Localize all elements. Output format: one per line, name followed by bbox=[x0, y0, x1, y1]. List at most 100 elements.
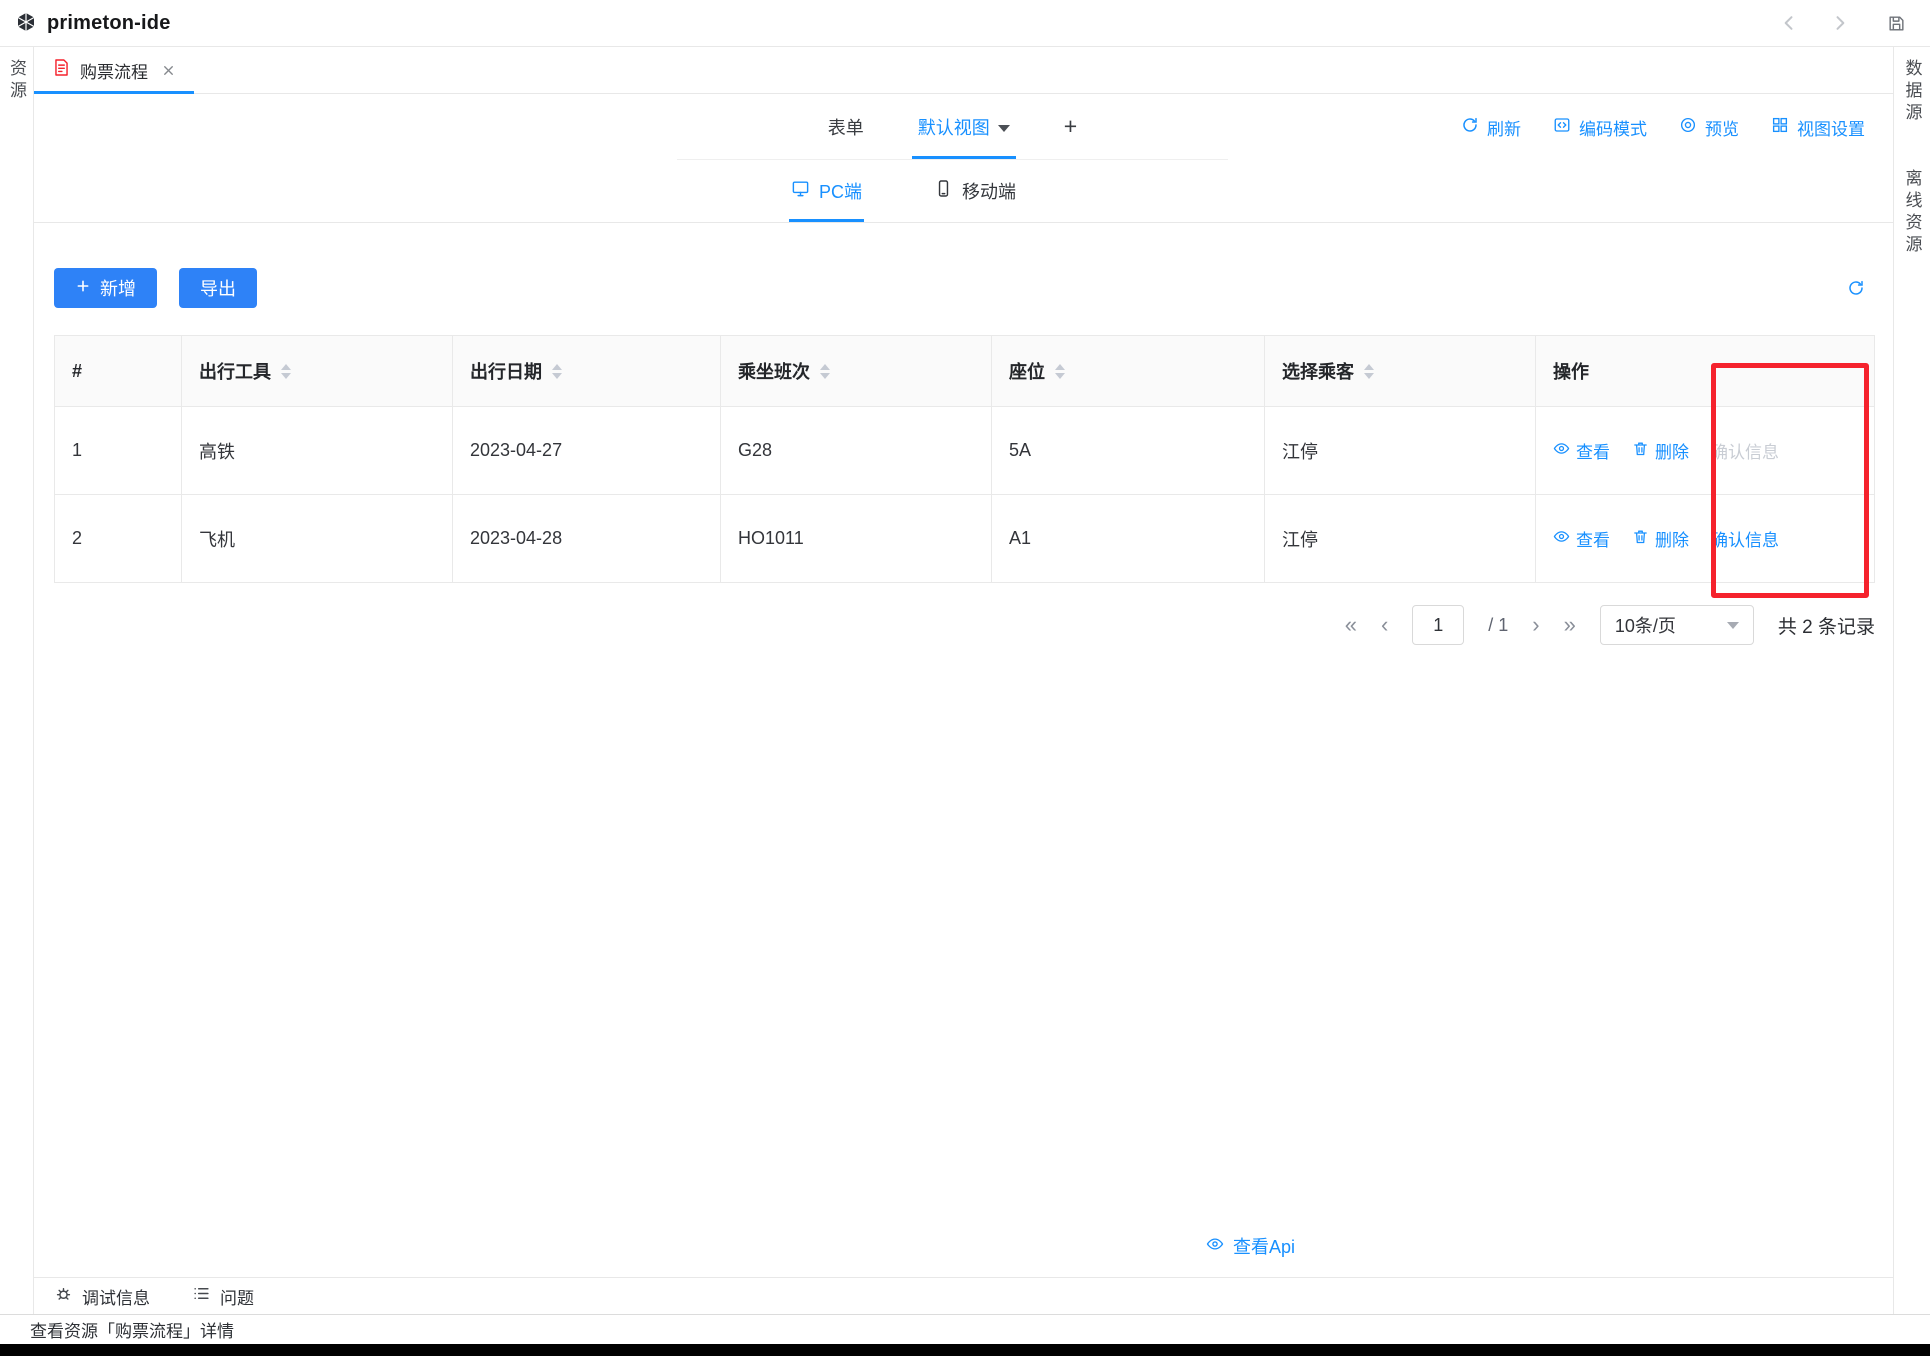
view-label: 查看 bbox=[1576, 526, 1610, 551]
phone-icon bbox=[934, 179, 953, 203]
preview-button[interactable]: 预览 bbox=[1679, 115, 1739, 140]
device-tabs: PC端 移动端 bbox=[34, 160, 1893, 223]
cell-seat: A1 bbox=[992, 495, 1265, 583]
eye-icon bbox=[1206, 1235, 1224, 1258]
forward-chevron-icon[interactable] bbox=[1830, 13, 1850, 33]
list-toolbar: 新增 导出 bbox=[54, 268, 1865, 308]
tab-mobile[interactable]: 移动端 bbox=[934, 160, 1016, 222]
page-size-select[interactable]: 10条/页 bbox=[1600, 605, 1754, 645]
column-header-date[interactable]: 出行日期 bbox=[453, 336, 721, 407]
eye-icon bbox=[1553, 528, 1570, 550]
column-header-index: # bbox=[55, 336, 182, 407]
tab-pc[interactable]: PC端 bbox=[791, 160, 862, 222]
sort-icon bbox=[1364, 364, 1374, 379]
tab-mobile-label: 移动端 bbox=[962, 178, 1016, 204]
column-header-trip[interactable]: 乘坐班次 bbox=[721, 336, 992, 407]
cell-index: 1 bbox=[55, 407, 182, 495]
issues-tab[interactable]: 问题 bbox=[192, 1284, 254, 1309]
titlebar: primeton-ide bbox=[0, 0, 1930, 47]
delete-button[interactable]: 删除 bbox=[1632, 438, 1689, 463]
first-page-button[interactable]: « bbox=[1345, 614, 1357, 636]
close-icon[interactable] bbox=[161, 63, 176, 78]
view-label: 查看 bbox=[1576, 438, 1610, 463]
page-number-input[interactable] bbox=[1412, 605, 1464, 645]
trash-icon bbox=[1632, 528, 1649, 550]
delete-label: 删除 bbox=[1655, 526, 1689, 551]
view-api-link[interactable]: 查看Api bbox=[1206, 1233, 1295, 1259]
tab-default-view[interactable]: 默认视图 bbox=[918, 94, 1010, 159]
column-header-tool[interactable]: 出行工具 bbox=[182, 336, 453, 407]
column-header-label: 选择乘客 bbox=[1282, 358, 1354, 384]
confirm-info-button[interactable]: 确认信息 bbox=[1711, 438, 1779, 463]
cell-date: 2023-04-28 bbox=[453, 495, 721, 583]
cell-seat: 5A bbox=[992, 407, 1265, 495]
debug-info-tab[interactable]: 调试信息 bbox=[54, 1284, 150, 1309]
table-refresh-icon[interactable] bbox=[1847, 279, 1865, 297]
sort-icon bbox=[552, 364, 562, 379]
app-logo-icon bbox=[14, 11, 38, 35]
column-header-seat[interactable]: 座位 bbox=[992, 336, 1265, 407]
prev-page-button[interactable]: ‹ bbox=[1381, 614, 1388, 636]
column-header-actions: 操作 bbox=[1536, 336, 1875, 407]
sidebar-item-resources[interactable]: 资源 bbox=[4, 59, 29, 1314]
view-button[interactable]: 查看 bbox=[1553, 526, 1610, 551]
main-area: 购票流程 表单 默认视图 + bbox=[34, 47, 1893, 1314]
add-record-button[interactable]: 新增 bbox=[54, 268, 157, 308]
view-button[interactable]: 查看 bbox=[1553, 438, 1610, 463]
delete-button[interactable]: 删除 bbox=[1632, 526, 1689, 551]
pagination: « ‹ / 1 › » 10条/页 共 2 条记录 bbox=[34, 605, 1875, 645]
cell-date: 2023-04-27 bbox=[453, 407, 721, 495]
sidebar-item-offline-resources[interactable]: 离线资源 bbox=[1900, 169, 1925, 257]
save-icon[interactable] bbox=[1887, 14, 1906, 33]
monitor-icon bbox=[791, 179, 810, 203]
cell-tool: 飞机 bbox=[182, 495, 453, 583]
refresh-label: 刷新 bbox=[1487, 115, 1521, 140]
cell-passenger: 江停 bbox=[1265, 407, 1536, 495]
column-header-label: 乘坐班次 bbox=[738, 358, 810, 384]
code-mode-label: 编码模式 bbox=[1579, 115, 1647, 140]
sidebar-item-datasource[interactable]: 数据源 bbox=[1900, 59, 1925, 125]
confirm-info-button[interactable]: 确认信息 bbox=[1711, 526, 1779, 551]
add-record-label: 新增 bbox=[100, 275, 136, 301]
column-header-passenger[interactable]: 选择乘客 bbox=[1265, 336, 1536, 407]
sort-icon bbox=[1055, 364, 1065, 379]
trash-icon bbox=[1632, 440, 1649, 462]
column-header-label: 座位 bbox=[1009, 358, 1045, 384]
back-chevron-icon[interactable] bbox=[1779, 13, 1799, 33]
refresh-icon bbox=[1461, 116, 1479, 139]
view-settings-button[interactable]: 视图设置 bbox=[1771, 115, 1865, 140]
app-title: primeton-ide bbox=[47, 12, 171, 35]
next-page-button[interactable]: › bbox=[1532, 614, 1539, 636]
list-icon bbox=[192, 1284, 211, 1308]
preview-icon bbox=[1679, 116, 1697, 139]
cell-passenger: 江停 bbox=[1265, 495, 1536, 583]
page-size-value: 10条/页 bbox=[1615, 612, 1676, 638]
view-api-label: 查看Api bbox=[1233, 1233, 1295, 1259]
tab-ticket-flow[interactable]: 购票流程 bbox=[34, 47, 194, 93]
refresh-button[interactable]: 刷新 bbox=[1461, 115, 1521, 140]
export-label: 导出 bbox=[200, 275, 236, 301]
debug-icon bbox=[54, 1284, 73, 1308]
last-page-button[interactable]: » bbox=[1564, 614, 1576, 636]
table-row: 1 高铁 2023-04-27 G28 5A 江停 查看 bbox=[55, 407, 1875, 495]
export-button[interactable]: 导出 bbox=[179, 268, 257, 308]
column-header-label: # bbox=[72, 361, 82, 382]
view-settings-icon bbox=[1771, 116, 1789, 139]
chevron-down-icon bbox=[998, 125, 1010, 132]
column-header-label: 操作 bbox=[1553, 358, 1589, 384]
tab-default-view-label: 默认视图 bbox=[918, 114, 990, 140]
document-icon bbox=[52, 58, 71, 82]
cell-actions: 查看 删除 确认信息 bbox=[1536, 495, 1875, 583]
tab-form-view[interactable]: 表单 bbox=[828, 94, 864, 159]
column-header-label: 出行工具 bbox=[199, 358, 271, 384]
bottom-panel: 调试信息 问题 bbox=[34, 1277, 1893, 1314]
right-rail: 数据源 离线资源 bbox=[1893, 47, 1930, 1314]
sort-icon bbox=[281, 364, 291, 379]
content-area: 新增 导出 # 出行工具 bbox=[34, 223, 1893, 1277]
add-view-button[interactable]: + bbox=[1064, 94, 1077, 159]
code-mode-button[interactable]: 编码模式 bbox=[1553, 115, 1647, 140]
issues-label: 问题 bbox=[220, 1284, 254, 1309]
plus-icon bbox=[75, 278, 91, 299]
cell-trip: HO1011 bbox=[721, 495, 992, 583]
debug-info-label: 调试信息 bbox=[82, 1284, 150, 1309]
